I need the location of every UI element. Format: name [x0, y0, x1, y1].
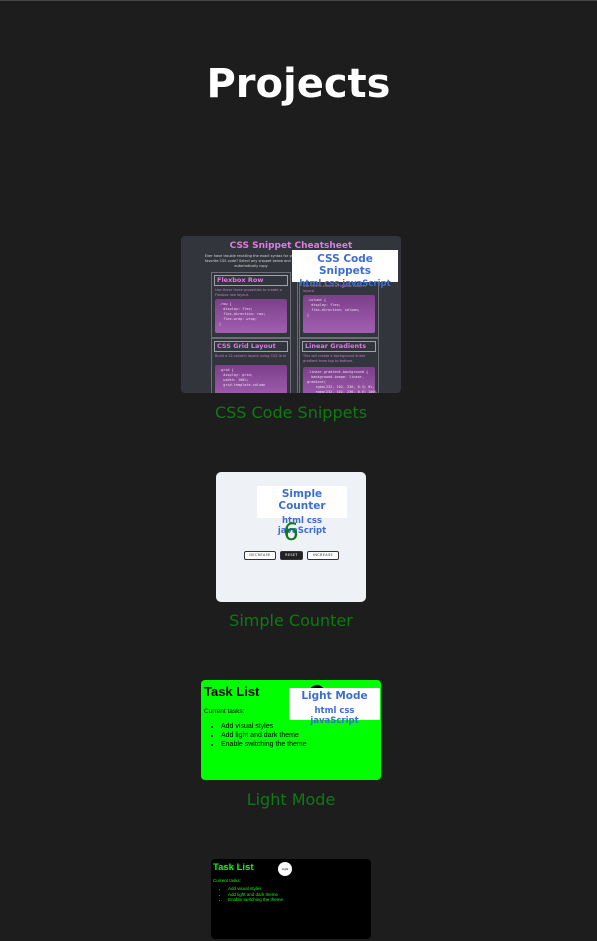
task-item: Enable switching the theme — [228, 897, 283, 903]
snippet-code[interactable]: .linear-gradient-background { background… — [303, 367, 377, 393]
snippet-panel: CSS Grid Layout Build a 12-column layout… — [211, 338, 291, 393]
badge-tags: html css javaScript — [299, 279, 391, 289]
project-thumbnail[interactable]: Simple Counter html css javaScript 6 DEC… — [216, 472, 366, 602]
task-list: Add visual styles Add light and dark the… — [216, 886, 283, 903]
task-item: Add light and dark theme — [221, 731, 307, 740]
snippet-panel: Flexbox Row Use these three properties t… — [211, 272, 291, 338]
snippet-title: Linear Gradients — [302, 341, 376, 352]
project-caption[interactable]: Light Mode — [141, 790, 441, 809]
snippet-text: This will create a background linear gra… — [303, 354, 366, 363]
badge-tags: html css javaScript — [310, 706, 359, 726]
project-badge: Light Mode html css javaScript — [289, 688, 380, 726]
counter-value: 6 — [283, 518, 299, 546]
project-thumbnail[interactable]: Task List Current tasks: Add visual styl… — [201, 680, 381, 780]
task-item: Enable switching the theme — [221, 740, 307, 749]
theme-toggle-button[interactable]: Light — [278, 862, 292, 876]
preview-subheading: Current tasks: — [204, 708, 245, 715]
preview-heading: Task List — [213, 862, 254, 873]
preview-description: Ever have trouble recalling the exact sy… — [204, 254, 298, 268]
task-list: Add visual styles Add light and dark the… — [209, 722, 307, 749]
project-badge: Simple Counter html css javaScript — [257, 486, 347, 536]
page-title: Projects — [206, 61, 391, 107]
snippet-text: Use these three properties to create a F… — [215, 288, 282, 297]
increase-button[interactable]: INCREASE — [307, 551, 339, 560]
project-caption[interactable]: CSS Code Snippets — [141, 403, 441, 422]
divider — [297, 274, 298, 393]
snippet-text: Build a 12-column layout using CSS Grid — [215, 354, 286, 358]
project-caption[interactable]: Simple Counter — [141, 611, 441, 630]
project-badge: CSS Code Snippets html css javaScript — [292, 250, 398, 289]
badge-title: Light Mode — [301, 690, 368, 702]
badge-title: Simple Counter — [278, 488, 326, 512]
reset-button[interactable]: RESET — [280, 551, 303, 560]
decrease-button[interactable]: DECREASE — [244, 551, 276, 560]
snippet-code[interactable]: .grid { display: grid; width: 100%; grid… — [215, 365, 287, 393]
snippet-code[interactable]: .column { display: flex; flex-direction:… — [303, 295, 375, 333]
preview-subheading: Current tasks: — [213, 878, 242, 883]
preview-heading: Task List — [204, 684, 260, 699]
snippet-code[interactable]: .row { display: flex; flex-direction: ro… — [215, 299, 287, 333]
project-thumbnail[interactable]: Task List Current tasks: Add visual styl… — [211, 859, 371, 939]
project-thumbnail[interactable]: CSS Snippet Cheatsheet Ever have trouble… — [181, 236, 401, 393]
snippet-title: Flexbox Row — [214, 275, 288, 286]
snippet-panel: Linear Gradients This will create a back… — [299, 338, 379, 393]
badge-title: CSS Code Snippets — [317, 253, 373, 277]
snippet-title: CSS Grid Layout — [214, 341, 288, 352]
